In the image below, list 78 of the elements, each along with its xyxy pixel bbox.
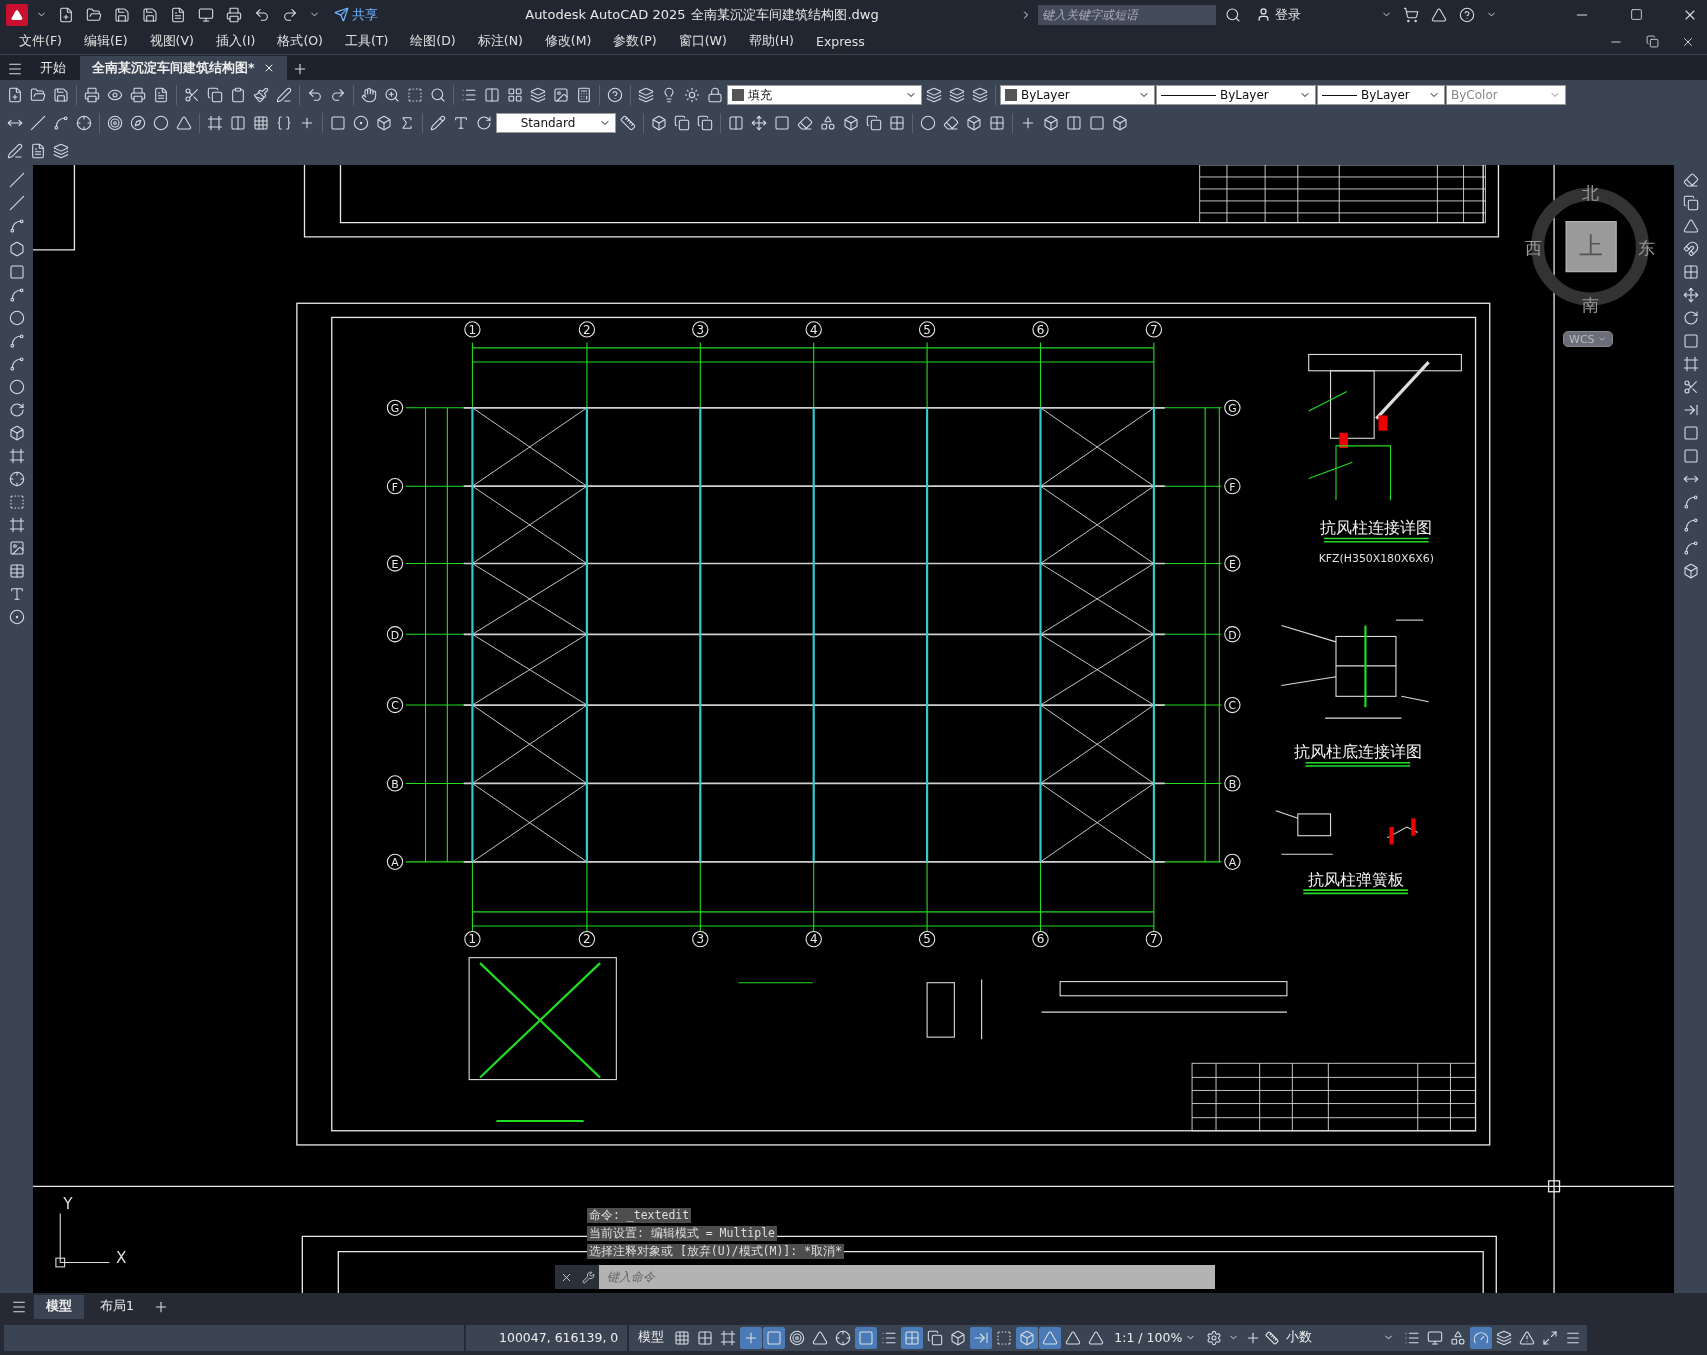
axis-bubble: 3 [692, 931, 709, 948]
ruler-icon [1265, 1330, 1280, 1345]
file-title: 全南某沉淀车间建筑结构图.dwg [691, 5, 879, 24]
axis-bubble: F [1224, 478, 1241, 495]
detail-title: 抗风柱底连接详图 [1293, 742, 1422, 768]
detail-title: 抗风柱弹簧板 [1302, 870, 1409, 895]
layout-tab[interactable]: 模型 [34, 1294, 84, 1319]
axis-bubble: C [386, 697, 404, 714]
app-title: Autodesk AutoCAD 2025 [525, 7, 686, 23]
menu-item[interactable]: 帮助(H) [737, 33, 805, 51]
axis-bubble: 1 [464, 321, 481, 338]
search-field[interactable]: 键入关键字或短语 [1038, 4, 1216, 25]
menu-item[interactable]: 修改(M) [533, 33, 603, 51]
coordinates: 100047, 616139, 0 [498, 1330, 620, 1346]
axis-label: Y [63, 1195, 73, 1214]
axis-bubble: A [386, 854, 404, 871]
share-button[interactable]: 共享 [328, 4, 384, 25]
units-dropdown[interactable]: 小数 [1280, 1328, 1401, 1348]
app-logo[interactable] [6, 3, 28, 26]
transparency-icon[interactable] [901, 1326, 924, 1349]
axis-bubble: E [1224, 555, 1241, 573]
axis-bubble: 1 [464, 931, 481, 948]
axis-bubble: B [386, 775, 404, 793]
axis-bubble: 5 [918, 321, 936, 338]
menu-item[interactable]: 插入(I) [204, 33, 267, 51]
document-tab[interactable]: 开始 [28, 56, 78, 81]
axis-bubble: 6 [1032, 931, 1049, 948]
axis-bubble: 6 [1032, 321, 1049, 338]
axis-bubble: D [1224, 626, 1241, 643]
lineweight-dropdown[interactable]: ByLayer [1317, 85, 1445, 106]
menu-item[interactable]: Express [805, 34, 876, 50]
menu-item[interactable]: 文件(F) [8, 33, 73, 51]
axis-bubble: 2 [578, 931, 596, 948]
menu-item[interactable]: 工具(T) [333, 33, 400, 51]
menu-item[interactable]: 视图(V) [138, 33, 205, 51]
detail-title: 抗风柱连接详图 [1320, 518, 1433, 543]
axis-bubble: B [1224, 775, 1241, 793]
axis-bubble: 2 [578, 321, 596, 338]
axis-bubble: 4 [805, 321, 822, 338]
compass-label[interactable]: 东 [1638, 238, 1656, 259]
axis-bubble: 7 [1145, 321, 1163, 338]
menu-item[interactable]: 窗口(W) [667, 33, 738, 51]
view-cube[interactable] [1565, 221, 1617, 273]
compass-label[interactable]: 西 [1524, 238, 1542, 259]
axis-bubble: 3 [692, 321, 709, 338]
axis-bubble: D [386, 626, 404, 643]
axis-label: X [116, 1248, 127, 1267]
axis-bubble: F [386, 478, 404, 495]
axis-bubble: C [1224, 697, 1241, 714]
command-input[interactable]: 键入命令 [599, 1265, 1215, 1290]
text-style-dropdown[interactable]: Standard [496, 112, 616, 133]
axis-bubble: 4 [805, 931, 822, 948]
dynamic-input-icon[interactable] [740, 1326, 763, 1349]
menu-item[interactable]: 编辑(E) [72, 33, 139, 51]
linetype-dropdown[interactable]: ByLayer [1156, 85, 1316, 106]
axis-bubble: G [386, 400, 404, 417]
user-icon [1256, 7, 1271, 23]
menu-item[interactable]: 标注(N) [466, 33, 534, 51]
layer-dropdown[interactable]: 填充 [727, 85, 922, 106]
axis-bubble: A [1224, 854, 1241, 871]
axis-bubble: E [386, 555, 404, 573]
compass-label[interactable]: 南 [1581, 295, 1599, 316]
document-tab[interactable]: 全南某沉淀车间建筑结构图* [80, 56, 287, 81]
gauge-icon[interactable] [1470, 1326, 1493, 1349]
login-button[interactable]: 登录 [1250, 4, 1307, 25]
menu-item[interactable]: 格式(O) [266, 33, 334, 51]
annotation-scale-button[interactable]: 1:1 / 100% [1108, 1329, 1203, 1347]
color-dropdown[interactable]: ByLayer [1000, 85, 1155, 106]
layout-tab[interactable]: 布局1 [88, 1294, 146, 1319]
detail-subtitle: KFZ(H350X180X6X6) [1318, 552, 1434, 566]
space-button[interactable]: 模型 [632, 1328, 671, 1348]
compass-label[interactable]: 北 [1581, 183, 1599, 204]
axis-bubble: G [1224, 400, 1241, 417]
axis-bubble: 5 [918, 931, 936, 948]
menu-item[interactable]: 绘图(D) [399, 33, 467, 51]
send-icon [334, 7, 349, 23]
menu-item[interactable]: 参数(P) [602, 33, 668, 51]
axis-bubble: 7 [1145, 931, 1163, 948]
